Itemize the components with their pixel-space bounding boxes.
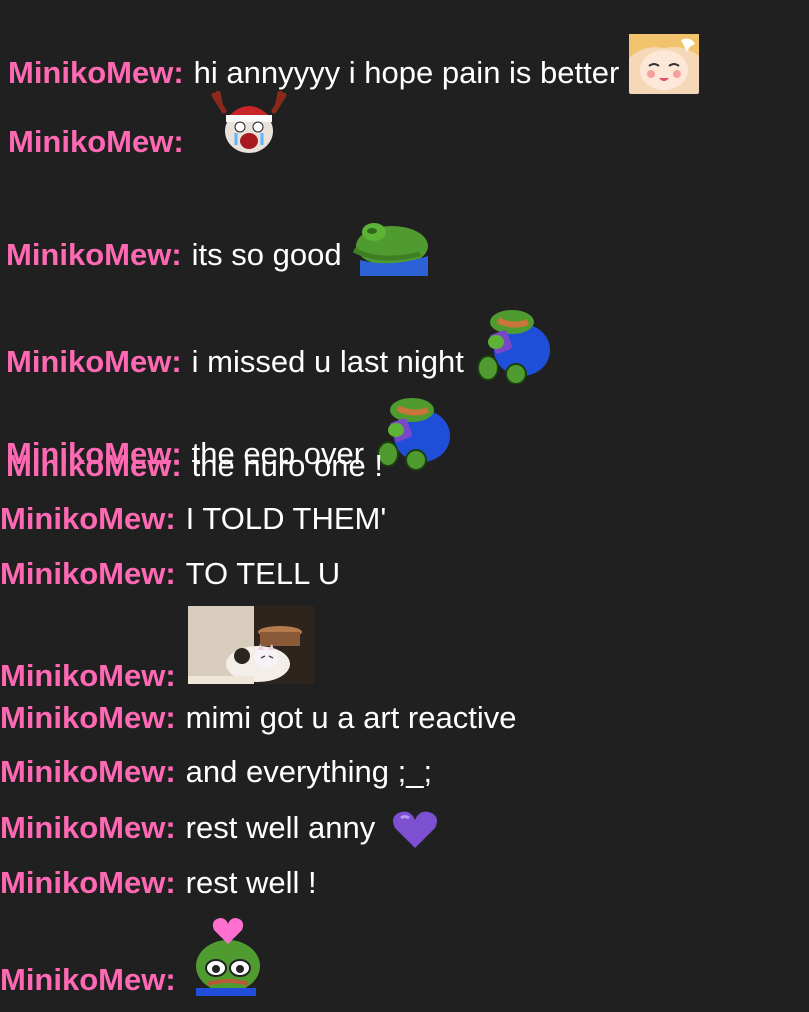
cat-photo-emote bbox=[187, 606, 314, 684]
username[interactable]: MinikoMew: bbox=[0, 754, 176, 790]
pepe-blanket-emote bbox=[350, 216, 430, 276]
username[interactable]: MinikoMew: bbox=[0, 658, 176, 694]
chat-message: MinikoMew: hi annyyyy i hope pain is bet… bbox=[8, 34, 809, 94]
username[interactable]: MinikoMew: bbox=[8, 124, 184, 160]
message-text: I TOLD THEM' bbox=[185, 501, 387, 536]
message-text: TO TELL U bbox=[185, 556, 341, 591]
username[interactable]: MinikoMew: bbox=[0, 865, 176, 901]
chat-message: MinikoMew: bbox=[8, 91, 809, 159]
message-text: i missed u last night bbox=[191, 344, 464, 379]
purple-heart-emote bbox=[391, 810, 439, 850]
chat-message: MinikoMew: bbox=[0, 916, 809, 998]
username[interactable]: MinikoMew: bbox=[0, 810, 176, 846]
username[interactable]: MinikoMew: bbox=[6, 344, 182, 380]
username[interactable]: MinikoMew: bbox=[8, 55, 184, 91]
message-text: mimi got u a art reactive bbox=[185, 700, 517, 735]
pepe-hug-emote bbox=[472, 306, 552, 384]
crying-reindeer-emote bbox=[208, 91, 290, 157]
username[interactable]: MinikoMew: bbox=[0, 556, 176, 592]
username[interactable]: MinikoMew: bbox=[6, 237, 182, 273]
message-text: rest well anny bbox=[185, 810, 376, 845]
chat-message: MinikoMew: rest well anny bbox=[0, 810, 809, 848]
chat-message: MinikoMew: rest well ! bbox=[0, 865, 809, 901]
username[interactable]: MinikoMew: bbox=[0, 962, 176, 998]
chat-message: MinikoMew: I TOLD THEM' bbox=[0, 501, 809, 537]
message-text: rest well ! bbox=[185, 865, 317, 900]
chat-message: MinikoMew: i missed u last night bbox=[6, 306, 809, 384]
anime-girl-emote bbox=[629, 34, 700, 94]
username[interactable]: MinikoMew: bbox=[6, 448, 182, 484]
chat-message: MinikoMew: mimi got u a art reactive bbox=[0, 700, 809, 736]
username[interactable]: MinikoMew: bbox=[0, 700, 176, 736]
chat-message: MinikoMew: its so good bbox=[6, 216, 809, 276]
chat-message: MinikoMew: and everything ;_; bbox=[0, 754, 809, 790]
message-text: the nuro one ! bbox=[191, 448, 383, 483]
message-text: hi annyyyy i hope pain is better bbox=[193, 55, 620, 90]
message-text: its so good bbox=[191, 237, 342, 272]
pepe-heart-emote bbox=[188, 916, 270, 996]
chat-message: MinikoMew: bbox=[0, 606, 809, 694]
chat-message: MinikoMew: the nuro one ! bbox=[6, 448, 809, 484]
username[interactable]: MinikoMew: bbox=[0, 501, 176, 537]
message-text: and everything ;_; bbox=[185, 754, 433, 789]
chat-message: MinikoMew: TO TELL U bbox=[0, 556, 809, 592]
